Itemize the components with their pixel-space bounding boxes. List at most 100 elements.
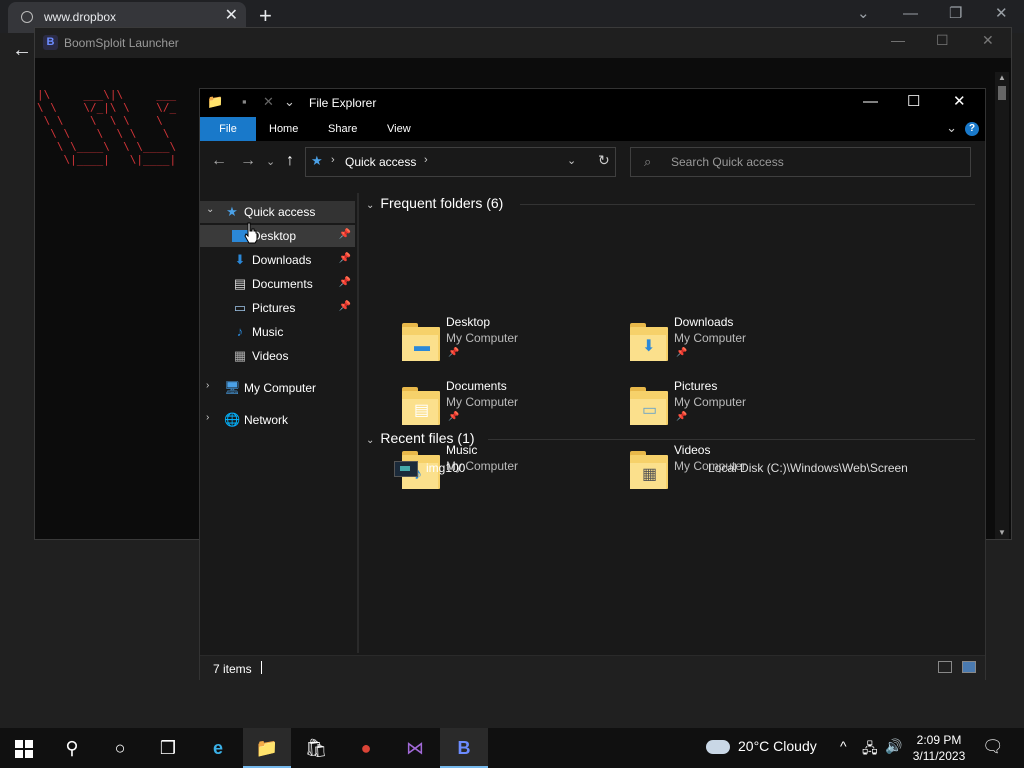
properties-icon[interactable]: ▪ <box>242 94 247 109</box>
nav-item-network[interactable]: › 🌐 Network <box>200 409 355 431</box>
group-title: Frequent folders (6) <box>380 195 504 211</box>
up-button[interactable]: ↑ <box>286 152 294 170</box>
launcher-maximize-button[interactable]: ☐ <box>936 32 949 49</box>
expand-icon[interactable]: › <box>206 412 209 423</box>
folder-tile-downloads[interactable]: ⬇ Downloads My Computer 📌 <box>628 315 838 371</box>
nav-item-my-computer[interactable]: › 🖥 My Computer <box>200 377 355 399</box>
recent-locations-button[interactable]: ⌄ <box>266 155 275 168</box>
downloads-folder-icon: ⬇ <box>628 323 668 363</box>
collapse-icon[interactable]: ⌄ <box>206 204 214 215</box>
pin-icon[interactable]: 📌 <box>339 229 351 240</box>
back-button[interactable]: ← <box>211 152 227 170</box>
search-icon: ⚲ <box>65 738 79 758</box>
details-view-icon[interactable] <box>938 661 952 673</box>
nav-item-videos[interactable]: ▦ Videos <box>200 345 355 367</box>
tab-file[interactable]: File <box>200 117 256 141</box>
forward-button[interactable]: → <box>240 152 256 170</box>
notification-icon[interactable]: 🗨 <box>982 737 1004 757</box>
folder-name: Desktop <box>446 315 491 329</box>
recent-files-header[interactable]: ⌄ Recent files (1) <box>366 430 475 446</box>
pin-icon[interactable]: 📌 <box>339 253 351 264</box>
customize-toolbar-icon[interactable]: ⌄ <box>284 94 295 110</box>
network-icon[interactable]: 🖧 <box>862 738 878 762</box>
pin-icon[interactable]: 📌 <box>339 277 351 288</box>
tab-view[interactable]: View <box>387 123 411 135</box>
launcher-titlebar[interactable]: B BoomSploit Launcher — ☐ ✕ <box>35 28 1011 58</box>
edge-taskbar-button[interactable]: e <box>194 728 242 768</box>
folder-tile-desktop[interactable]: ▬ Desktop My Computer 📌 <box>400 315 610 371</box>
start-button[interactable] <box>0 728 48 768</box>
folder-tile-documents[interactable]: ▤ Documents My Computer 📌 <box>400 379 610 435</box>
folder-location: My Computer <box>674 395 747 409</box>
document-icon: ▤ <box>233 276 247 291</box>
browser-close-button[interactable]: ✕ <box>995 3 1008 25</box>
nav-label: Quick access <box>244 205 316 219</box>
search-icon: ⌕ <box>644 154 652 169</box>
new-tab-button[interactable]: + <box>259 3 272 29</box>
nav-item-quick-access[interactable]: ⌄ ★ Quick access <box>200 201 355 223</box>
quick-access-star-icon: ★ <box>311 153 323 168</box>
windows-logo-icon <box>15 740 33 758</box>
scroll-down-icon[interactable]: ▼ <box>998 528 1006 537</box>
tab-share[interactable]: Share <box>328 123 357 135</box>
scroll-thumb[interactable] <box>998 86 1006 100</box>
cortana-icon: ○ <box>114 738 126 758</box>
pin-icon: 📌 <box>676 411 688 421</box>
folder-tile-pictures[interactable]: ▭ Pictures My Computer 📌 <box>628 379 838 435</box>
explorer-maximize-button[interactable]: ☐ <box>907 91 920 113</box>
pin-icon[interactable]: 📌 <box>339 301 351 312</box>
store-taskbar-button[interactable]: 🛍 <box>292 728 340 768</box>
visual-studio-taskbar-button[interactable]: ⋈ <box>391 728 439 768</box>
folder-icon[interactable]: 📁 <box>207 94 223 110</box>
help-icon[interactable]: ? <box>965 122 979 136</box>
tab-home[interactable]: Home <box>269 123 298 135</box>
tab-search-button[interactable]: ⌄ <box>857 3 870 25</box>
chrome-taskbar-button[interactable]: ● <box>342 728 390 768</box>
frequent-folders-header[interactable]: ⌄ Frequent folders (6) <box>366 195 503 211</box>
expand-ribbon-icon[interactable]: ⌄ <box>946 120 957 136</box>
navigation-pane: ⌄ ★ Quick access Desktop 📌 ⬇ Downloads 📌… <box>200 193 359 653</box>
address-bar[interactable]: ★ › Quick access › ⌄ ↻ <box>305 147 616 177</box>
explorer-titlebar[interactable]: 📁 ▪ ✕ ⌄ File Explorer — ☐ ✕ <box>200 89 985 117</box>
clock[interactable]: 2:09 PM 3/11/2023 <box>906 732 972 764</box>
browser-minimize-button[interactable]: — <box>903 3 918 25</box>
nav-label: Documents <box>252 277 313 291</box>
explorer-close-button[interactable]: ✕ <box>953 91 966 113</box>
volume-icon[interactable]: 🔊 <box>885 738 902 755</box>
launcher-minimize-button[interactable]: — <box>891 32 905 48</box>
search-box[interactable]: ⌕ Search Quick access <box>630 147 971 177</box>
delete-icon[interactable]: ✕ <box>263 94 274 110</box>
tray-chevron-icon[interactable]: ^ <box>840 738 847 754</box>
boomsploit-taskbar-button[interactable]: B <box>440 728 488 768</box>
address-dropdown-icon[interactable]: ⌄ <box>567 154 576 167</box>
task-view-button[interactable]: ❒ <box>144 728 192 768</box>
breadcrumb-separator[interactable]: › <box>424 154 428 166</box>
tab-close-icon[interactable]: ✕ <box>225 8 238 24</box>
nav-item-desktop[interactable]: Desktop 📌 <box>200 225 355 247</box>
nav-item-downloads[interactable]: ⬇ Downloads 📌 <box>200 249 355 271</box>
collapse-icon[interactable]: ⌄ <box>366 435 374 446</box>
browser-restore-button[interactable]: ❐ <box>949 3 962 25</box>
recent-file-row[interactable]: img100 Local Disk (C:)\Windows\Web\Scree… <box>394 459 974 479</box>
scroll-up-icon[interactable]: ▲ <box>998 73 1006 82</box>
launcher-close-button[interactable]: ✕ <box>982 32 994 49</box>
nav-item-documents[interactable]: ▤ Documents 📌 <box>200 273 355 295</box>
large-icons-view-icon[interactable] <box>962 661 976 673</box>
nav-item-pictures[interactable]: ▭ Pictures 📌 <box>200 297 355 319</box>
image-thumbnail-icon <box>394 461 418 477</box>
explorer-minimize-button[interactable]: — <box>863 91 878 113</box>
nav-item-music[interactable]: ♪ Music <box>200 321 355 343</box>
breadcrumb-quick-access[interactable]: Quick access <box>345 155 416 169</box>
launcher-scrollbar[interactable]: ▲ ▼ <box>995 72 1009 539</box>
explorer-taskbar-button[interactable]: 📁 <box>243 728 291 768</box>
breadcrumb-separator[interactable]: › <box>331 154 335 166</box>
refresh-icon[interactable]: ↻ <box>598 152 610 169</box>
expand-icon[interactable]: › <box>206 380 209 391</box>
download-arrow-icon: ⬇ <box>234 252 246 267</box>
collapse-icon[interactable]: ⌄ <box>366 200 374 211</box>
cortana-button[interactable]: ○ <box>96 728 144 768</box>
file-explorer-icon: 📁 <box>255 738 279 758</box>
browser-back-button[interactable]: ← <box>0 33 34 70</box>
weather-widget[interactable]: 20°C Cloudy <box>706 738 817 755</box>
search-button[interactable]: ⚲ <box>48 728 96 768</box>
